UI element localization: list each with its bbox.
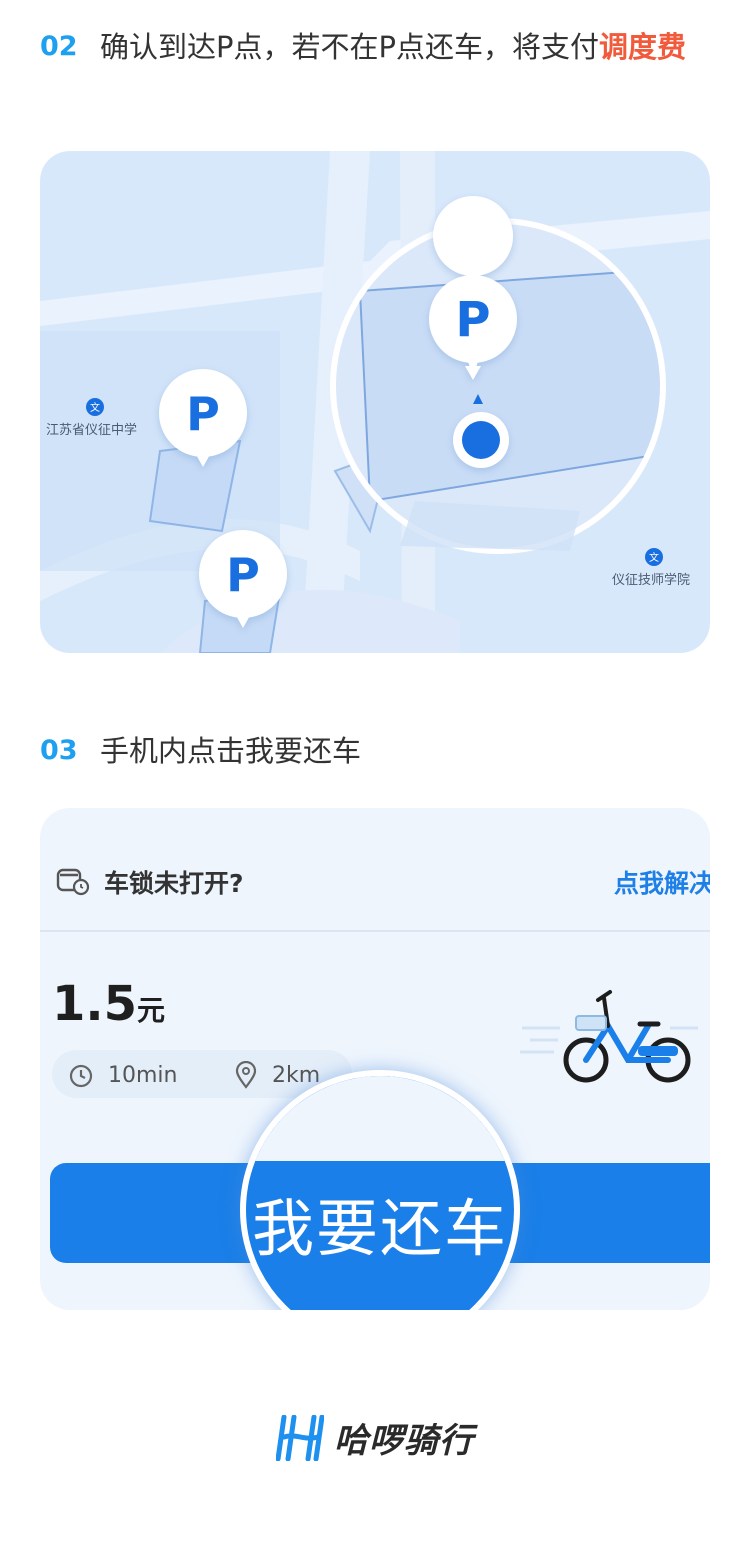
magnifier-background (246, 1076, 514, 1161)
school-poi-icon-label: 文 (90, 401, 100, 414)
clock-icon (69, 1064, 93, 1088)
hellobike-logo-icon (276, 1414, 324, 1461)
step-number: 02 (40, 31, 78, 62)
lock-icon (56, 868, 90, 896)
return-bike-label: 我要还车 (251, 1192, 508, 1265)
bike-illustration (520, 990, 698, 1083)
brand-name: 哈啰骑行 (334, 1421, 474, 1461)
step-instruction: 确认到达P点，若不在P点还车，将支付调度费 (100, 24, 700, 70)
college-poi-icon-label: 文 (649, 551, 659, 564)
step-instruction: 手机内点击我要还车 (100, 734, 362, 768)
step-number: 03 (40, 735, 78, 766)
parking-marker-bottom-label: P (226, 548, 260, 602)
ride-price: 1.5元 (52, 976, 165, 1032)
poi-label-middle-school: 江苏省仪征中学 (46, 423, 138, 438)
lock-issue-bar: 车锁未打开? 点我解决 (40, 808, 710, 932)
parking-marker-left-label: P (186, 387, 220, 441)
map-illustration: P P P 文 文 江苏省仪征中学 仪征技师学院 (40, 151, 710, 653)
magnified-return-button[interactable]: 我要还车 (240, 1070, 520, 1310)
price-unit: 元 (137, 994, 166, 1027)
poi-label-technician-college: 仪征技师学院 (612, 573, 691, 588)
step-2-heading: 02 确认到达P点，若不在P点还车，将支付调度费 (40, 24, 700, 70)
ride-duration: 10min (108, 1063, 178, 1088)
dispatch-fee-highlight: 调度费 (598, 30, 686, 64)
brand-footer: 哈啰骑行 (276, 1413, 474, 1462)
parking-marker-large-label: P (455, 292, 490, 348)
map-graphic: P P P 文 文 (40, 151, 710, 653)
step-3-heading: 03 手机内点击我要还车 (40, 728, 700, 774)
step-instruction-text: 确认到达P点，若不在P点还车，将支付 (100, 30, 599, 64)
fix-lock-link[interactable]: 点我解决 (614, 864, 710, 900)
app-return-screen: 车锁未打开? 点我解决 1.5元 10min 2km 我要还车 (40, 808, 710, 1310)
lock-issue-text: 车锁未打开? (104, 869, 244, 898)
price-value: 1.5 (52, 976, 138, 1032)
